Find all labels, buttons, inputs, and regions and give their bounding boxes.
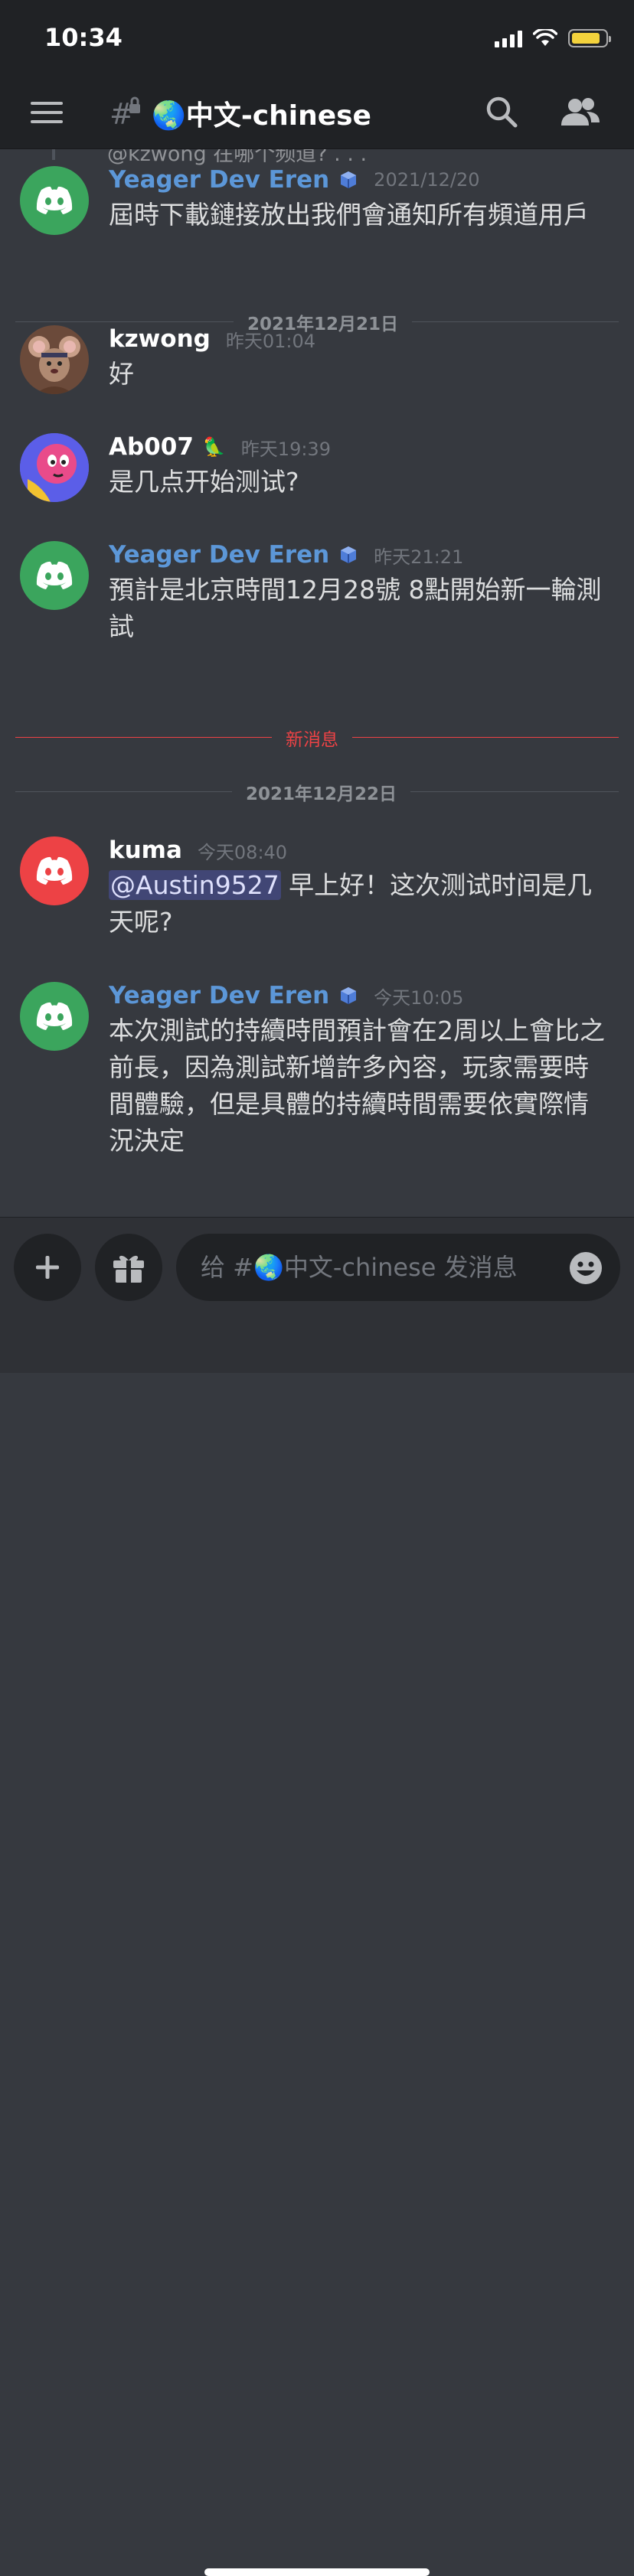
discord-logo-icon: [36, 1002, 73, 1030]
timestamp: 昨天19:39: [240, 438, 331, 460]
message-composer: [0, 1217, 634, 2576]
cartoon-avatar-icon: [20, 433, 89, 502]
clock: 10:34: [44, 23, 123, 52]
timestamp: 今天08:40: [197, 841, 288, 863]
add-attachment-button[interactable]: [14, 1234, 81, 1301]
author-name[interactable]: Ab007: [109, 433, 194, 461]
timestamp: 2021/12/20: [374, 169, 480, 191]
timestamp: 昨天01:04: [225, 330, 316, 352]
author-name[interactable]: Yeager Dev Eren: [109, 541, 329, 569]
dev-badge-icon: [341, 546, 357, 563]
channel-header: # 🌏中文-chinese: [0, 77, 634, 149]
dev-badge-icon: [341, 171, 357, 188]
locked-channel-icon: #: [109, 96, 140, 130]
reply-preview: @kzwong 在哪个频道? . . .: [107, 149, 368, 166]
mouse-avatar-icon: [28, 336, 80, 394]
gift-button[interactable]: [95, 1234, 162, 1301]
gift-icon: [113, 1255, 144, 1283]
avatar[interactable]: [20, 433, 89, 502]
author-name[interactable]: Yeager Dev Eren: [109, 166, 329, 194]
discord-logo-icon: [36, 561, 73, 589]
wifi-icon: [533, 29, 557, 46]
user-mention[interactable]: @Austin9527: [109, 870, 281, 900]
cellular-signal-icon: [495, 29, 522, 47]
avatar[interactable]: [20, 166, 89, 235]
avatar[interactable]: [20, 836, 89, 905]
avatar[interactable]: [20, 982, 89, 1051]
discord-logo-icon: [36, 186, 73, 214]
message-input[interactable]: [199, 1252, 562, 1283]
status-icons: [495, 29, 611, 47]
message-list[interactable]: @kzwong 在哪个频道? . . . Yeager Dev Eren 202…: [0, 149, 634, 1217]
timestamp: 今天10:05: [374, 986, 464, 1009]
parrot-badge-icon: 🦜: [202, 436, 226, 458]
avatar[interactable]: [20, 541, 89, 610]
message-text: 屆時下載鏈接放出我們會通知所有頻道用戶: [109, 200, 589, 230]
message-text: 本次測試的持續時間預計會在2周以上會比之前長，因為測試新增許多內容，玩家需要時間…: [109, 1016, 605, 1156]
discord-logo-icon: [36, 856, 73, 885]
channel-title: 🌏中文-chinese: [152, 100, 371, 132]
author-name[interactable]: Yeager Dev Eren: [109, 982, 329, 1009]
timestamp: 昨天21:21: [374, 546, 464, 568]
battery-icon: [568, 29, 611, 47]
date-divider: 2021年12月22日: [15, 779, 619, 805]
emoji-icon[interactable]: [568, 1251, 603, 1286]
svg-text:#: #: [109, 97, 134, 130]
message-text: @Austin9527 早上好！这次测试时间是几天呢?: [109, 867, 611, 941]
menu-icon[interactable]: [31, 100, 63, 125]
message-text: 預計是北京時間12月28號 8點開始新一輪測試: [109, 575, 602, 641]
avatar[interactable]: [20, 325, 89, 394]
status-bar: 10:34: [0, 0, 634, 77]
dev-badge-icon: [341, 987, 357, 1004]
new-messages-label: 新消息: [272, 725, 352, 751]
reply-connector: [52, 149, 55, 160]
date-divider: 2021年12月21日: [15, 309, 619, 335]
message-input-wrapper: [176, 1234, 620, 1301]
new-messages-divider: 新消息: [15, 725, 619, 751]
author-name[interactable]: kzwong: [109, 325, 211, 353]
plus-icon: [36, 1256, 59, 1279]
search-icon[interactable]: [485, 95, 518, 129]
date-divider-label: 2021年12月22日: [232, 779, 411, 805]
home-indicator[interactable]: [204, 2568, 430, 2576]
author-name[interactable]: kuma: [109, 836, 182, 864]
message-text: 是几点开始测试?: [109, 467, 299, 497]
members-icon[interactable]: [559, 95, 602, 129]
message-text: 好: [109, 359, 134, 389]
